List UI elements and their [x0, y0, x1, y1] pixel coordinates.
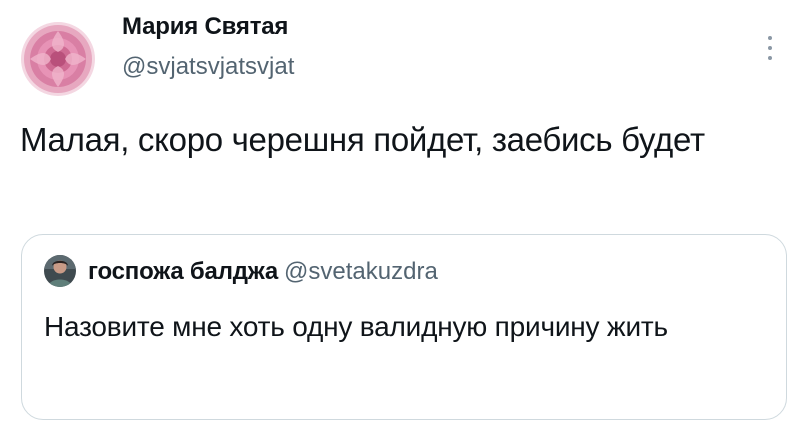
tweet-text: Малая, скоро черешня пойдет, заебись буд…	[20, 121, 705, 158]
quoted-tweet-text: Назовите мне хоть одну валидную причину …	[44, 311, 668, 342]
quoted-author-name[interactable]: госпожа балджа	[88, 258, 278, 285]
person-photo-icon	[44, 255, 76, 287]
author-avatar[interactable]	[21, 22, 95, 96]
quoted-author-avatar[interactable]	[44, 255, 76, 287]
dot-icon	[768, 56, 772, 60]
tweet[interactable]: Мария Святая @svjatsvjatsvjat Малая, ско…	[0, 0, 800, 434]
more-options-button[interactable]	[758, 30, 782, 66]
quoted-tweet-card[interactable]: госпожа балджа @svetakuzdra Назовите мне …	[21, 234, 787, 420]
quoted-header: госпожа балджа @svetakuzdra	[88, 257, 438, 290]
dot-icon	[768, 46, 772, 50]
dot-icon	[768, 36, 772, 40]
pink-flower-icon	[21, 22, 95, 96]
author-name[interactable]: Мария Святая	[122, 12, 288, 42]
author-handle[interactable]: @svjatsvjatsvjat	[122, 52, 294, 82]
quoted-author-handle[interactable]: @svetakuzdra	[284, 258, 438, 285]
